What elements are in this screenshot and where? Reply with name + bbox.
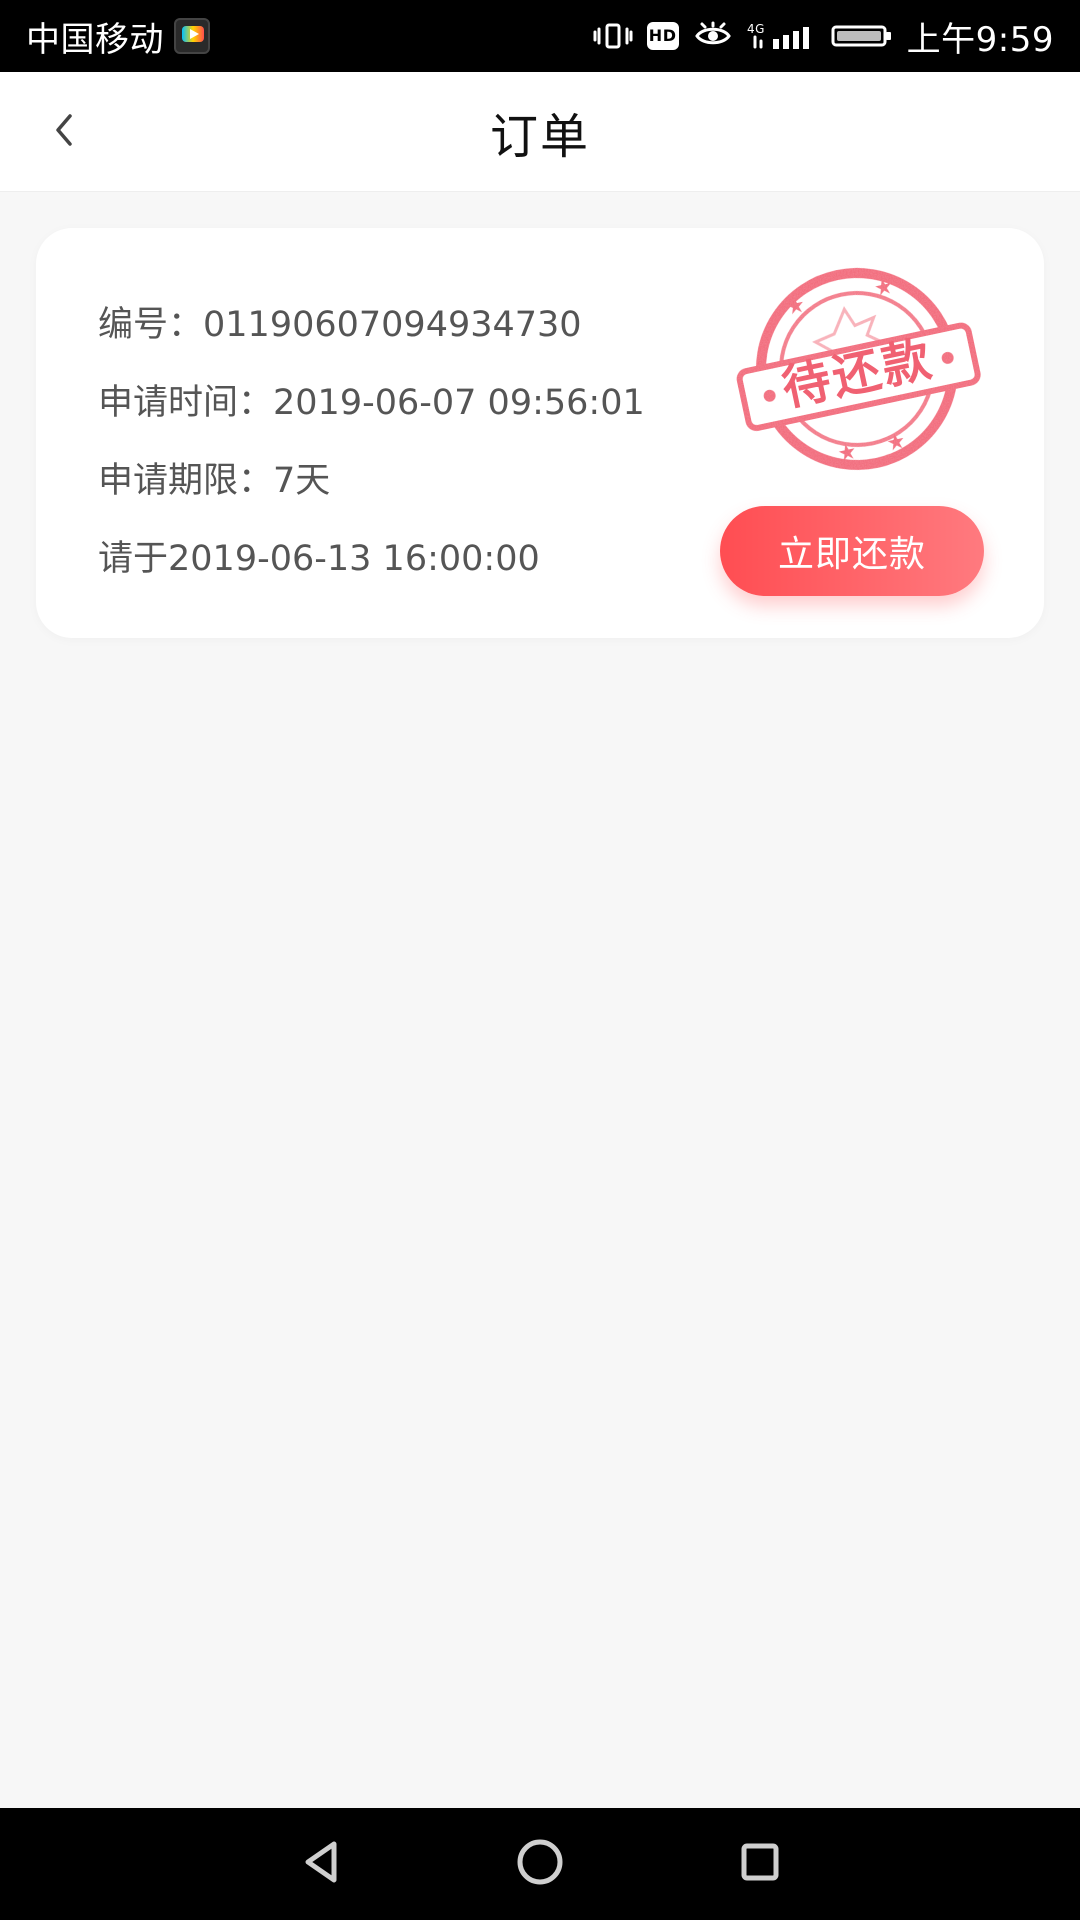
content: 编号： 01190607094934730 申请时间： 2019-06-07 0… (0, 192, 1080, 1808)
apply-time-row: 申请时间： 2019-06-07 09:56:01 (98, 364, 645, 442)
network-label: 4G (747, 22, 765, 36)
apply-time-label: 申请时间： (98, 382, 274, 423)
status-left: 中国移动 (26, 12, 210, 61)
back-triangle-icon (292, 1834, 348, 1894)
order-number-value: 01190607094934730 (203, 304, 582, 345)
due-prefix: 请于 (98, 538, 169, 579)
apply-time-value: 2019-06-07 09:56:01 (273, 382, 645, 423)
recent-square-icon (732, 1834, 788, 1894)
battery-icon (831, 21, 893, 51)
vibrate-icon (593, 21, 633, 51)
signal-icon: 4G (747, 21, 817, 51)
system-nav-bar (0, 1808, 1080, 1920)
nav-recent-button[interactable] (715, 1819, 805, 1909)
status-time: 上午9:59 (906, 19, 1054, 60)
hd-label: HD (646, 22, 679, 50)
apply-term-label: 申请期限： (98, 460, 274, 501)
due-time-value: 2019-06-13 16:00:00 (168, 538, 540, 579)
stamp-icon (736, 268, 981, 470)
page-title: 订单 (489, 109, 590, 165)
repay-now-button[interactable]: 立即还款 (720, 506, 984, 596)
apply-term-row: 申请期限： 7天 (98, 442, 645, 520)
status-bar: 中国移动 HD 4G 上午9:59 (0, 0, 1080, 72)
nav-back-button[interactable] (275, 1819, 365, 1909)
hd-icon: HD (646, 21, 679, 51)
order-details: 编号： 01190607094934730 申请时间： 2019-06-07 0… (98, 286, 645, 598)
order-number-label: 编号： (98, 304, 204, 345)
status-right: HD 4G 上午9:59 (593, 12, 1054, 61)
app-icon (174, 18, 210, 54)
status-stamp: 待还款 (701, 230, 1012, 507)
nav-home-button[interactable] (495, 1819, 585, 1909)
order-number-row: 编号： 01190607094934730 (98, 286, 645, 364)
carrier-label: 中国移动 (26, 19, 164, 60)
apply-term-value: 7天 (273, 460, 331, 501)
eye-icon (693, 21, 733, 51)
order-card: 编号： 01190607094934730 申请时间： 2019-06-07 0… (36, 228, 1044, 638)
due-time-row: 请于 2019-06-13 16:00:00 (98, 520, 645, 598)
header: 订单 (0, 72, 1080, 192)
home-circle-icon (510, 1832, 570, 1896)
